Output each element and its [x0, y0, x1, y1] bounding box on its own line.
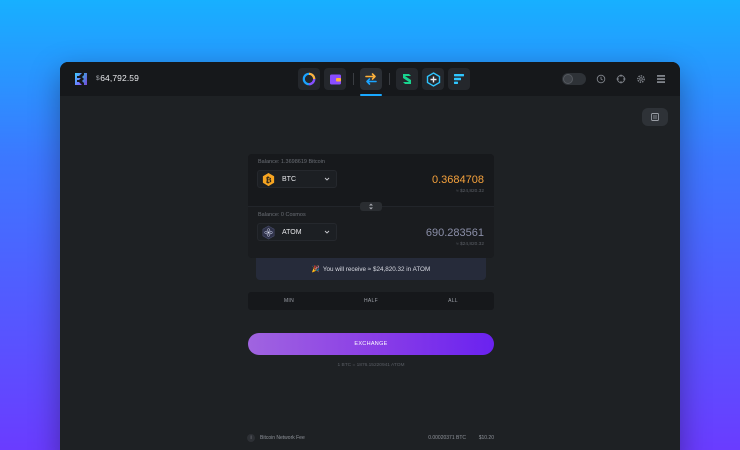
amount-portion-selector: MIN HALF ALL — [248, 292, 494, 310]
app-switcher — [298, 68, 474, 96]
exchange-app-button[interactable] — [360, 68, 382, 96]
fee-usd-amount: $10.20 — [478, 435, 494, 441]
half-button[interactable]: HALF — [330, 292, 412, 310]
history-icon — [596, 74, 606, 84]
grid-menu-button[interactable] — [654, 72, 668, 86]
cosmos-icon — [262, 225, 275, 239]
fee-label: Bitcoin Network Fee — [260, 435, 305, 441]
all-button[interactable]: ALL — [412, 292, 494, 310]
settings-icon — [637, 75, 645, 83]
chevron-down-icon — [324, 230, 330, 234]
grid-menu-icon — [657, 75, 665, 83]
top-bar: $64,792.59 — [60, 62, 680, 96]
app-stripes-button[interactable] — [448, 68, 470, 90]
from-usd-value: ≈ $24,820.32 — [456, 189, 484, 194]
receive-estimate-banner: 🎉 You will receive ≈ $24,820.32 in ATOM — [256, 258, 486, 280]
to-asset-select[interactable]: ATOM — [257, 223, 337, 241]
app-s-button[interactable] — [396, 68, 418, 90]
from-amount-input[interactable]: 0.3684708 — [432, 174, 484, 186]
exchange-button[interactable]: EXCHANGE — [248, 333, 494, 355]
swap-arrows-icon — [369, 203, 373, 210]
notes-icon — [651, 113, 659, 121]
crosshair-icon — [616, 74, 626, 84]
receive-estimate-text: You will receive ≈ $24,820.32 in ATOM — [322, 265, 431, 273]
portfolio-balance: $64,792.59 — [96, 73, 139, 83]
to-amount-output: 690.283561 — [425, 227, 484, 239]
from-asset-select[interactable]: ₿ BTC — [257, 170, 337, 188]
exodus-logo[interactable] — [72, 70, 90, 88]
svg-text:₿: ₿ — [265, 175, 271, 184]
wallet-icon — [329, 74, 341, 84]
party-icon: 🎉 — [311, 266, 320, 273]
toolbar-right — [562, 72, 668, 86]
app-cube-icon — [426, 71, 440, 87]
crosshair-button[interactable] — [614, 72, 628, 86]
divider — [353, 73, 354, 85]
settings-button[interactable] — [634, 72, 648, 86]
app-stripes-icon — [454, 74, 464, 84]
app-s-icon — [403, 74, 411, 84]
from-asset-name: BTC — [282, 175, 296, 183]
app-cube-button[interactable] — [422, 68, 444, 90]
network-fee-row: i Bitcoin Network Fee 0.00020371 BTC $10… — [246, 433, 494, 443]
fee-btc-amount: 0.00020371 BTC — [428, 435, 466, 441]
info-icon[interactable]: i — [247, 434, 255, 442]
toggle-switch[interactable] — [562, 73, 586, 85]
exchange-icon — [365, 73, 377, 85]
min-button[interactable]: MIN — [248, 292, 330, 310]
exchange-rate: 1 BTC = 1876.15220941 ATOM — [337, 363, 405, 368]
portfolio-app-button[interactable] — [298, 68, 320, 90]
to-asset-row: Balance: 0 Cosmos ATOM 690.283561 ≈ $24,… — [248, 206, 494, 258]
toggle-knob — [563, 74, 573, 84]
notes-button[interactable] — [642, 108, 668, 126]
bitcoin-icon: ₿ — [262, 172, 275, 186]
app-window: $64,792.59 Balance: 1.3698619 Bitcoin ₿ … — [60, 62, 680, 450]
balance-value: 64,792.59 — [100, 73, 139, 83]
from-asset-row: Balance: 1.3698619 Bitcoin ₿ BTC 0.36847… — [248, 154, 494, 206]
wallet-app-button[interactable] — [324, 68, 346, 90]
divider — [389, 73, 390, 85]
to-usd-value: ≈ $24,820.32 — [456, 242, 484, 247]
history-button[interactable] — [594, 72, 608, 86]
portfolio-icon — [302, 72, 316, 86]
from-balance-label: Balance: 1.3698619 Bitcoin — [258, 159, 325, 165]
swap-direction-button[interactable] — [360, 202, 382, 211]
to-balance-label: Balance: 0 Cosmos — [258, 212, 306, 218]
chevron-down-icon — [324, 177, 330, 181]
to-asset-name: ATOM — [282, 228, 302, 236]
